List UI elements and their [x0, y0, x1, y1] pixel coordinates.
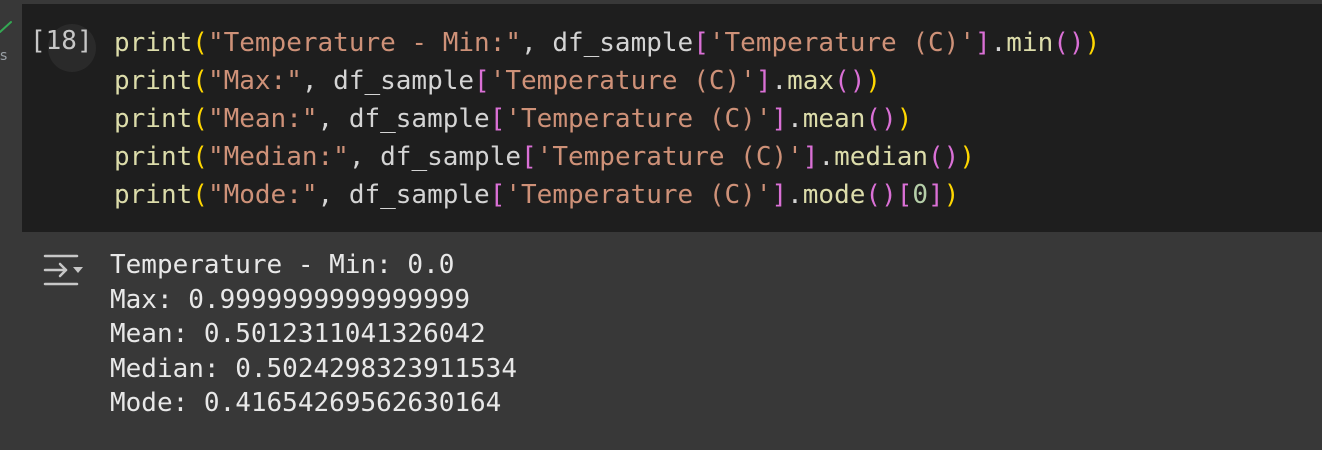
code-token: [ [896, 180, 913, 210]
code-token: ) [943, 180, 960, 210]
code-token: [ [489, 104, 506, 134]
output-line: Max: 0.9999999999999999 [110, 284, 471, 315]
code-token: 'Temperature (C)' [505, 180, 772, 210]
code-token: print [114, 180, 193, 210]
code-token: . [818, 142, 835, 172]
code-token: ( [1053, 28, 1069, 58]
code-line: print("Mean:", df_sample['Temperature (C… [114, 100, 1100, 138]
code-token: , df_sample [301, 66, 475, 96]
code-token: "Max:" [207, 66, 302, 96]
output-toggle-icon[interactable] [40, 252, 86, 288]
code-token: ] [771, 104, 788, 134]
code-token: ( [192, 180, 208, 210]
code-token: min [1006, 28, 1054, 58]
code-token: ( [192, 104, 208, 134]
code-token: ) [959, 142, 975, 172]
cell-gutter: s [0, 0, 22, 230]
code-token: "Median:" [207, 142, 349, 172]
code-token: ) [1068, 28, 1085, 58]
code-token: ) [881, 104, 897, 134]
code-token: . [771, 66, 788, 96]
code-token: mean [802, 104, 866, 134]
output-line: Mean: 0.5012311041326042 [110, 319, 486, 349]
code-token: print [114, 28, 193, 58]
code-token: ( [865, 180, 882, 210]
execution-count: [18] [30, 26, 93, 56]
code-token: [ [489, 180, 506, 210]
code-token: 'Temperature (C)' [536, 142, 803, 172]
output-line: Mode: 0.41654269562630164 [110, 388, 502, 418]
notebook-page: s [18] print("Temperature - Min:", df_sa… [0, 0, 1322, 450]
code-token: , df_sample [317, 104, 490, 134]
code-token: mode [802, 180, 866, 210]
code-token: 'Temperature (C)' [489, 66, 756, 96]
code-token: ] [771, 180, 788, 210]
code-token: median [834, 142, 929, 172]
code-token: [ [521, 142, 537, 172]
code-token: ( [928, 142, 944, 172]
code-token: ] [974, 28, 991, 58]
code-token: [ [474, 66, 490, 96]
code-token: ( [192, 28, 208, 58]
code-token: , df_sample [348, 142, 522, 172]
code-token: ] [802, 142, 819, 172]
code-token: . [990, 28, 1007, 58]
execution-time-label: s [0, 48, 8, 64]
code-token: ( [192, 66, 208, 96]
code-token: print [114, 104, 193, 134]
code-token: ( [192, 142, 208, 172]
code-line: print("Median:", df_sample['Temperature … [114, 138, 1100, 176]
code-token: , df_sample [317, 180, 490, 210]
cell-output-area: Temperature - Min: 0.0 Max: 0.99999999999… [22, 232, 1322, 450]
code-line: print("Max:", df_sample['Temperature (C)… [114, 62, 1100, 100]
code-token: ] [928, 180, 944, 210]
code-token: . [787, 104, 803, 134]
code-token: max [787, 66, 835, 96]
code-token: ) [881, 180, 897, 210]
code-token: ) [943, 142, 960, 172]
code-token: ( [834, 66, 850, 96]
code-token: 0 [912, 180, 929, 210]
code-line: print("Temperature - Min:", df_sample['T… [114, 24, 1100, 62]
output-text: Temperature - Min: 0.0 Max: 0.99999999999… [110, 248, 517, 421]
output-line: Median: 0.5024298323911534 [110, 353, 517, 384]
code-cell[interactable]: [18] print("Temperature - Min:", df_samp… [22, 4, 1322, 232]
code-token: 'Temperature (C)' [505, 104, 772, 134]
code-token: ) [896, 104, 913, 134]
code-editor[interactable]: print("Temperature - Min:", df_sample['T… [114, 24, 1100, 214]
code-token: "Temperature - Min:" [207, 28, 522, 58]
code-token: [ [693, 28, 709, 58]
checkmark-icon [0, 21, 12, 33]
code-token: , df_sample [521, 28, 694, 58]
code-line: print("Mode:", df_sample['Temperature (C… [114, 176, 1100, 214]
code-token: . [787, 180, 803, 210]
output-line: Temperature - Min: 0.0 [110, 250, 455, 280]
code-token: "Mode:" [207, 180, 318, 210]
code-token: ) [849, 66, 866, 96]
code-token: ] [755, 66, 772, 96]
code-token: 'Temperature (C)' [708, 28, 975, 58]
code-token: ) [865, 66, 882, 96]
code-token: ) [1084, 28, 1101, 58]
code-token: print [114, 142, 193, 172]
code-token: print [114, 66, 193, 96]
code-token: ( [865, 104, 882, 134]
code-token: "Mean:" [207, 104, 318, 134]
